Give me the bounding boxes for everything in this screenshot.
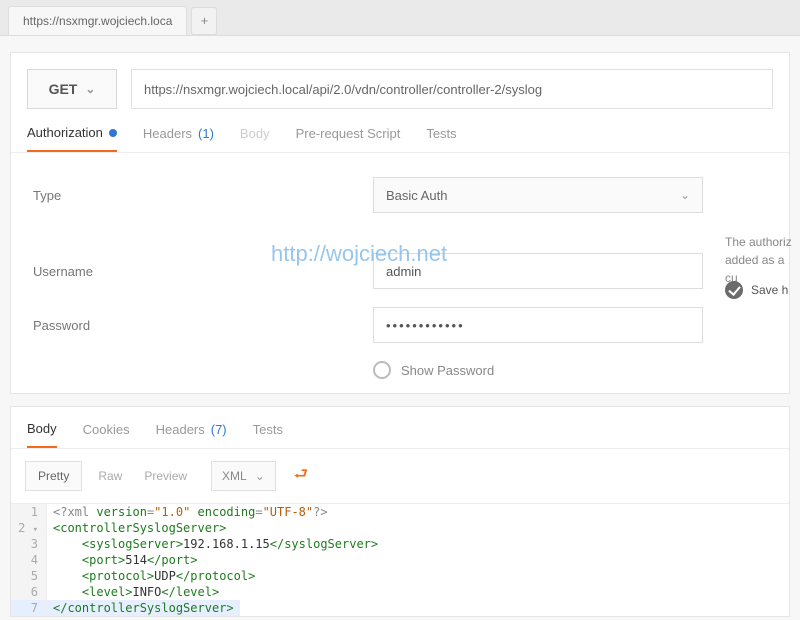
- line-number: 2 ▾: [11, 520, 47, 536]
- password-label: Password: [33, 318, 373, 333]
- chevron-down-icon: ⌄: [255, 469, 265, 483]
- http-method-label: GET: [49, 81, 78, 97]
- radio-icon: [373, 361, 391, 379]
- browser-tab-bar: https://nsxmgr.wojciech.loca +: [0, 0, 800, 36]
- line-number: 7: [11, 600, 47, 616]
- response-toolbar: Pretty Raw Preview XML ⌄ ⮐: [11, 449, 789, 503]
- password-input[interactable]: [373, 307, 703, 343]
- line-number: 5: [11, 568, 47, 584]
- auth-helper-text: The authoriz added as a cu: [725, 233, 795, 287]
- tab-body[interactable]: Body: [240, 125, 270, 152]
- resp-tab-tests[interactable]: Tests: [253, 421, 283, 448]
- response-tabs: Body Cookies Headers (7) Tests: [11, 407, 789, 449]
- raw-button[interactable]: Raw: [92, 469, 128, 483]
- chevron-down-icon: ⌄: [85, 82, 95, 96]
- username-label: Username: [33, 264, 373, 279]
- username-input[interactable]: [373, 253, 703, 289]
- authorization-section: Type Basic Auth ⌄ Username Password Show…: [11, 153, 789, 393]
- tab-tests[interactable]: Tests: [426, 125, 456, 152]
- tab-headers[interactable]: Headers (1): [143, 125, 214, 152]
- browser-tab[interactable]: https://nsxmgr.wojciech.loca: [8, 6, 187, 35]
- auth-type-select[interactable]: Basic Auth ⌄: [373, 177, 703, 213]
- preview-button[interactable]: Preview: [138, 469, 193, 483]
- chevron-down-icon: ⌄: [680, 188, 690, 202]
- tab-authorization[interactable]: Authorization: [27, 125, 117, 152]
- resp-tab-headers[interactable]: Headers (7): [156, 421, 227, 448]
- dot-indicator-icon: [109, 129, 117, 137]
- line-number: 4: [11, 552, 47, 568]
- type-label: Type: [33, 188, 373, 203]
- line-number: 6: [11, 584, 47, 600]
- resp-tab-cookies[interactable]: Cookies: [83, 421, 130, 448]
- request-tabs: Authorization Headers (1) Body Pre-reque…: [11, 109, 789, 153]
- request-panel: GET ⌄ https://nsxmgr.wojciech.local/api/…: [10, 52, 790, 394]
- line-number: 1: [11, 504, 47, 520]
- new-tab-button[interactable]: +: [191, 7, 217, 35]
- wrap-lines-icon[interactable]: ⮐: [294, 463, 308, 490]
- save-helper-toggle[interactable]: Save h: [725, 281, 795, 299]
- response-panel: Body Cookies Headers (7) Tests Pretty Ra…: [10, 406, 790, 617]
- request-url-input[interactable]: https://nsxmgr.wojciech.local/api/2.0/vd…: [131, 69, 773, 109]
- resp-tab-body[interactable]: Body: [27, 421, 57, 448]
- fold-icon[interactable]: ▾: [33, 525, 38, 535]
- show-password-toggle[interactable]: Show Password: [373, 361, 767, 379]
- http-method-dropdown[interactable]: GET ⌄: [27, 69, 117, 109]
- format-dropdown[interactable]: XML ⌄: [211, 461, 276, 491]
- line-number: 3: [11, 536, 47, 552]
- check-circle-icon: [725, 281, 743, 299]
- tab-prerequest[interactable]: Pre-request Script: [296, 125, 401, 152]
- response-body-code[interactable]: 1<?xml version="1.0" encoding="UTF-8"?> …: [11, 503, 789, 616]
- pretty-button[interactable]: Pretty: [25, 461, 82, 491]
